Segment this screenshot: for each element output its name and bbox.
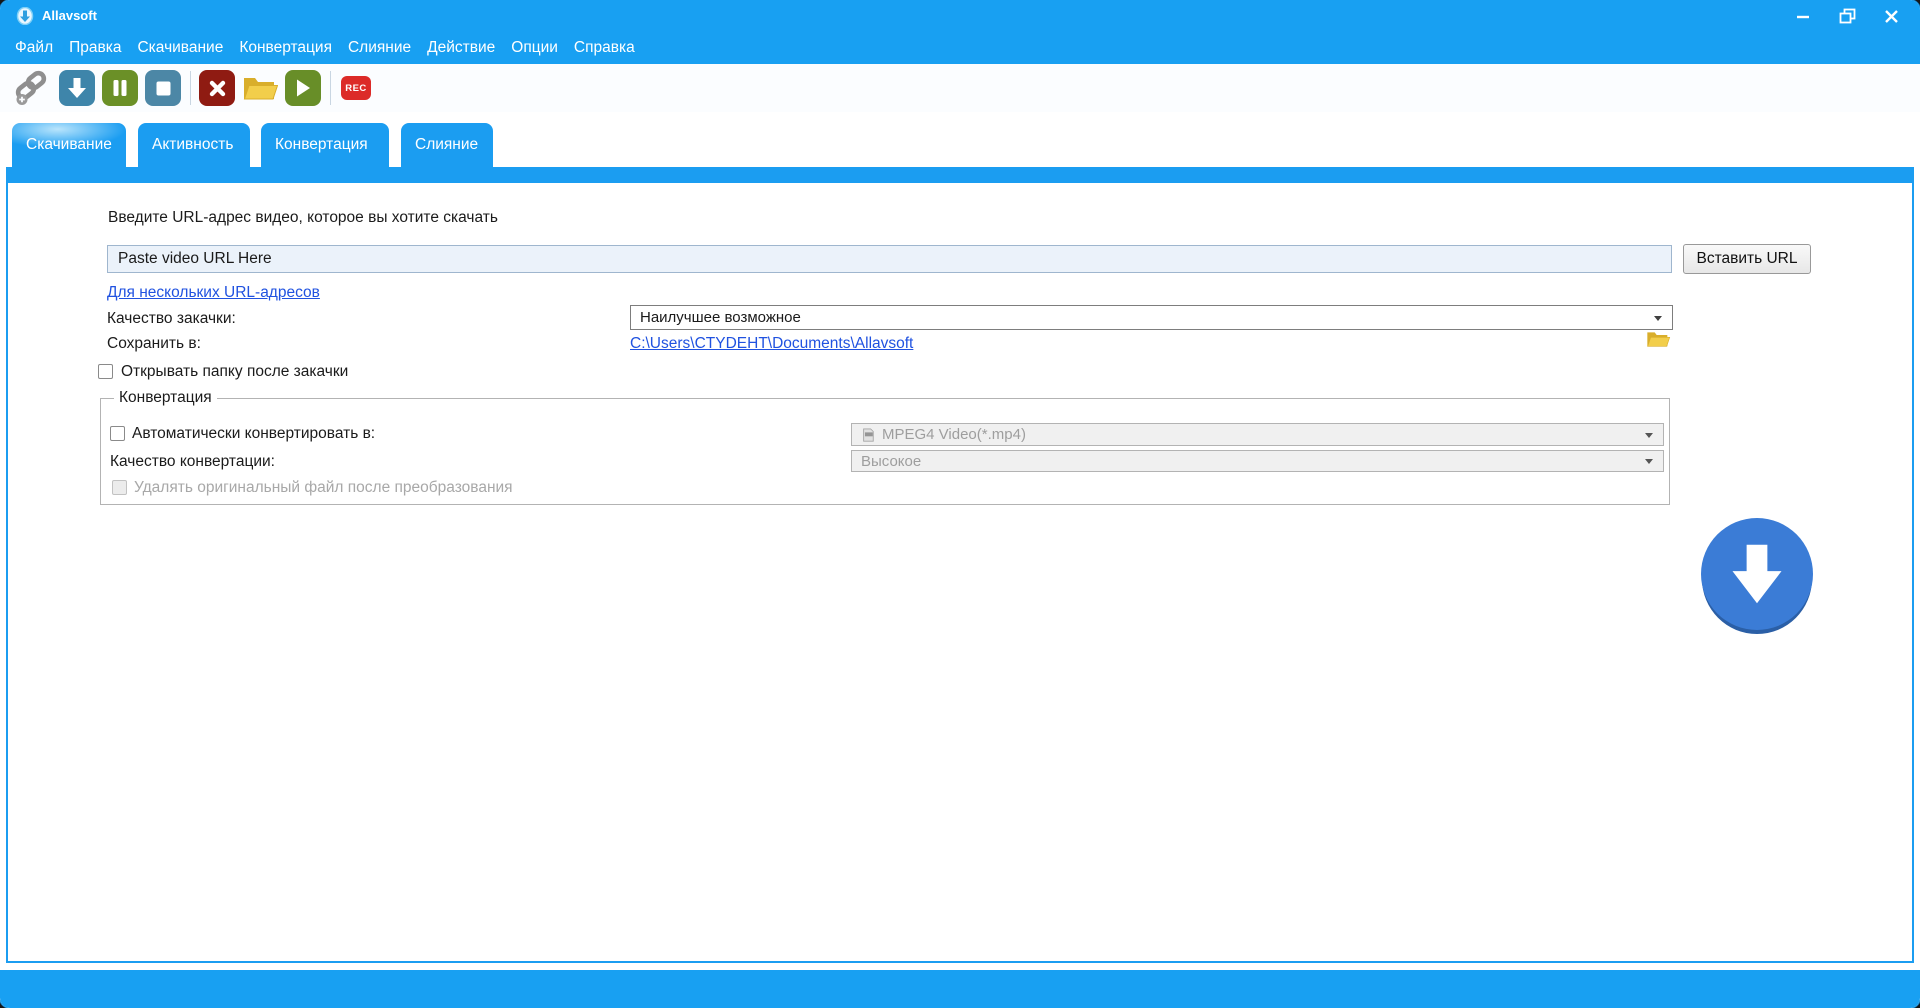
open-folder-checkbox-label: Открывать папку после закачки	[121, 363, 349, 380]
chevron-down-icon	[1645, 459, 1653, 464]
tab-activity-label: Активность	[152, 136, 234, 153]
convert-format-value: MPEG4 Video(*.mp4)	[882, 426, 1026, 443]
tab-merge-label: Слияние	[415, 136, 479, 153]
download-tab-panel: Введите URL-адрес видео, которое вы хоти…	[6, 167, 1914, 963]
toolbar: REC	[0, 64, 1920, 112]
tab-convert[interactable]: Конвертация	[261, 123, 389, 167]
tab-download-label: Скачивание	[26, 136, 112, 153]
open-download-folder-button[interactable]	[242, 70, 278, 106]
mp4-file-icon	[863, 427, 874, 442]
allavsoft-window: Allavsoft Файл Правка Скачивание Конверт…	[0, 0, 1920, 1008]
play-button[interactable]	[285, 70, 321, 106]
tab-strip: Скачивание Активность Конвертация Слияни…	[6, 112, 1914, 167]
stop-button[interactable]	[145, 70, 181, 106]
restore-button[interactable]	[1832, 3, 1862, 29]
conversion-groupbox: Конвертация Автоматически конвертировать…	[100, 389, 1670, 505]
restore-icon	[1839, 8, 1855, 23]
start-download-button[interactable]	[59, 70, 95, 106]
folder-icon	[243, 78, 278, 100]
record-button[interactable]: REC	[341, 76, 371, 100]
chevron-down-icon	[1654, 315, 1662, 321]
stop-icon	[156, 81, 170, 95]
paste-link-button[interactable]	[10, 70, 52, 106]
paste-url-button[interactable]: Вставить URL	[1683, 244, 1811, 274]
convert-quality-select: Высокое	[851, 450, 1664, 472]
convert-format-select: MPEG4 Video(*.mp4)	[851, 423, 1664, 446]
close-button[interactable]	[1876, 3, 1906, 29]
open-folder-checkbox[interactable]	[98, 364, 113, 379]
menu-item-help[interactable]: Справка	[567, 35, 642, 61]
delete-button[interactable]	[199, 70, 235, 106]
menu-item-convert[interactable]: Конвертация	[232, 35, 339, 61]
minimize-icon	[1797, 15, 1809, 19]
delete-original-checkbox	[112, 480, 127, 495]
toolbar-separator	[330, 71, 331, 105]
auto-convert-checkbox-label: Автоматически конвертировать в:	[132, 425, 376, 442]
menu-item-action[interactable]: Действие	[420, 35, 502, 61]
menu-item-merge[interactable]: Слияние	[341, 35, 418, 61]
browse-folder-icon[interactable]	[1645, 329, 1671, 349]
auto-convert-checkbox[interactable]	[110, 426, 125, 441]
tab-convert-label: Конвертация	[275, 136, 368, 153]
video-url-input[interactable]	[107, 245, 1672, 273]
tab-activity[interactable]: Активность	[138, 123, 250, 167]
convert-quality-value: Высокое	[861, 452, 922, 470]
play-icon	[297, 79, 310, 97]
big-download-button[interactable]	[1701, 518, 1813, 630]
tab-download[interactable]: Скачивание	[12, 123, 126, 167]
menu-item-edit[interactable]: Правка	[62, 35, 128, 61]
screen: Allavsoft Файл Правка Скачивание Конверт…	[0, 0, 1920, 1008]
chain-link-icon	[15, 70, 47, 105]
conversion-group-legend: Конвертация	[114, 389, 217, 407]
download-quality-value: Наилучшее возможное	[640, 309, 801, 326]
download-quality-select[interactable]: Наилучшее возможное	[630, 305, 1673, 330]
big-download-arrow-icon	[1732, 544, 1782, 604]
download-icon	[68, 78, 86, 98]
pause-icon	[113, 80, 127, 96]
status-bar	[0, 970, 1920, 1008]
menu-item-download[interactable]: Скачивание	[130, 35, 230, 61]
save-to-label: Сохранить в:	[107, 335, 201, 352]
convert-quality-label: Качество конвертации:	[110, 453, 275, 470]
menu-bar: Файл Правка Скачивание Конвертация Слиян…	[0, 32, 1920, 64]
url-entry-label: Введите URL-адрес видео, которое вы хоти…	[108, 209, 498, 226]
record-label: REC	[345, 82, 367, 94]
app-logo-icon	[16, 7, 34, 25]
minimize-button[interactable]	[1788, 3, 1818, 29]
save-path-link[interactable]: C:\Users\CTYDEHT\Documents\Allavsoft	[630, 335, 913, 353]
window-title: Allavsoft	[42, 8, 97, 23]
menu-item-options[interactable]: Опции	[504, 35, 565, 61]
delete-original-checkbox-label: Удалять оригинальный файл после преобраз…	[134, 479, 513, 496]
tab-merge[interactable]: Слияние	[401, 123, 493, 167]
toolbar-separator	[190, 71, 191, 105]
chevron-down-icon	[1645, 432, 1653, 438]
title-bar: Allavsoft	[0, 0, 1920, 32]
close-icon	[1884, 9, 1898, 23]
multiple-urls-link[interactable]: Для нескольких URL-адресов	[107, 284, 320, 302]
download-quality-label: Качество закачки:	[107, 310, 236, 327]
menu-item-file[interactable]: Файл	[8, 35, 60, 61]
delete-x-icon	[209, 80, 225, 96]
pause-button[interactable]	[102, 70, 138, 106]
